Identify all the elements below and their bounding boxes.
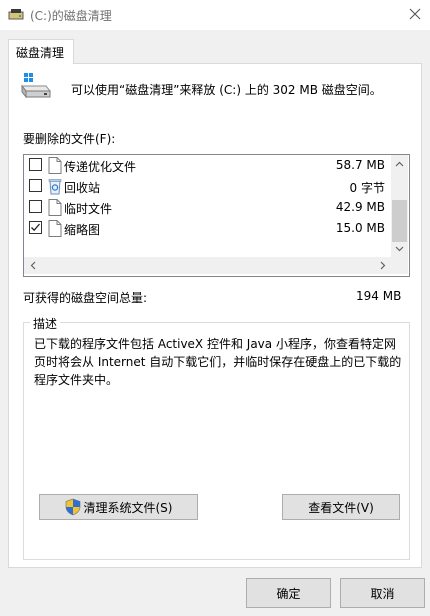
window-title: (C:)的磁盘清理 (30, 9, 112, 23)
vertical-scrollbar[interactable] (391, 155, 408, 257)
space-gain-value: 194 MB (356, 289, 402, 303)
description-legend: 描述 (30, 315, 61, 332)
uac-shield-icon (65, 498, 80, 516)
scroll-left-button[interactable] (24, 257, 41, 274)
view-files-label: 查看文件(V) (308, 500, 374, 515)
space-gain-label: 可获得的磁盘空间总量: (23, 291, 148, 305)
scroll-right-button[interactable] (374, 257, 391, 274)
file-name: 回收站 (64, 181, 101, 195)
checkmark-icon (31, 223, 40, 232)
chevron-up-icon (395, 161, 404, 166)
scroll-up-button[interactable] (391, 155, 408, 172)
recycle-bin-icon (48, 178, 62, 195)
file-icon (48, 199, 62, 216)
tab-panel: 可以使用“磁盘清理”来释放 (C:) 上的 302 MB 磁盘空间。 要删除的文… (8, 63, 422, 568)
files-listbox[interactable]: 传递优化文件 58.7 MB 回收站 0 字节 临时文件 42.9 MB 缩略图… (23, 154, 410, 277)
list-item[interactable]: 临时文件 42.9 MB (24, 197, 391, 218)
disk-cleanup-icon (8, 7, 24, 21)
file-size: 0 字节 (349, 181, 385, 195)
view-files-button[interactable]: 查看文件(V) (282, 494, 400, 520)
checkbox[interactable] (29, 158, 42, 171)
tab-disk-cleanup[interactable]: 磁盘清理 (8, 39, 74, 64)
chevron-down-icon (395, 246, 404, 251)
files-to-delete-label: 要删除的文件(F): (23, 132, 116, 146)
ok-button[interactable]: 确定 (246, 578, 331, 608)
chevron-left-icon (30, 261, 35, 270)
list-item[interactable]: 回收站 0 字节 (24, 176, 391, 197)
file-size: 15.0 MB (335, 221, 385, 235)
scroll-down-button[interactable] (391, 240, 408, 257)
cancel-label: 取消 (370, 586, 395, 601)
tab-label: 磁盘清理 (16, 46, 65, 60)
files-list: 传递优化文件 58.7 MB 回收站 0 字节 临时文件 42.9 MB 缩略图… (24, 155, 391, 257)
list-item[interactable]: 传递优化文件 58.7 MB (24, 155, 391, 176)
clean-system-files-button[interactable]: 清理系统文件(S) (39, 494, 198, 520)
file-icon (48, 220, 62, 237)
dialog-body: 磁盘清理 可以使用“磁盘清理”来释放 (C:) 上的 302 MB 磁盘空间。 … (0, 30, 430, 616)
ok-label: 确定 (276, 586, 301, 601)
file-size: 58.7 MB (335, 158, 385, 172)
description-text: 已下载的程序文件包括 ActiveX 控件和 Java 小程序，你查看特定网页时… (34, 337, 402, 387)
description-group: 描述 已下载的程序文件包括 ActiveX 控件和 Java 小程序，你查看特定… (23, 315, 410, 560)
intro-text: 可以使用“磁盘清理”来释放 (C:) 上的 302 MB 磁盘空间。 (71, 83, 382, 97)
checkbox[interactable] (29, 221, 42, 234)
list-item[interactable]: 缩略图 15.0 MB (24, 218, 391, 239)
drive-icon (19, 70, 53, 104)
horizontal-scrollbar[interactable] (24, 257, 391, 274)
file-name: 缩略图 (64, 223, 101, 237)
clean-system-files-label: 清理系统文件(S) (83, 500, 173, 515)
close-icon (409, 8, 421, 20)
cancel-button[interactable]: 取消 (340, 578, 425, 608)
checkbox[interactable] (29, 179, 42, 192)
close-button[interactable] (400, 0, 430, 28)
title-bar: (C:)的磁盘清理 (0, 0, 430, 30)
file-size: 42.9 MB (335, 200, 385, 214)
file-name: 传递优化文件 (64, 160, 137, 174)
checkbox[interactable] (29, 200, 42, 213)
file-name: 临时文件 (64, 202, 113, 216)
chevron-right-icon (380, 261, 385, 270)
file-icon (48, 157, 62, 174)
scrollbar-corner (391, 257, 408, 274)
scroll-thumb[interactable] (392, 200, 407, 242)
